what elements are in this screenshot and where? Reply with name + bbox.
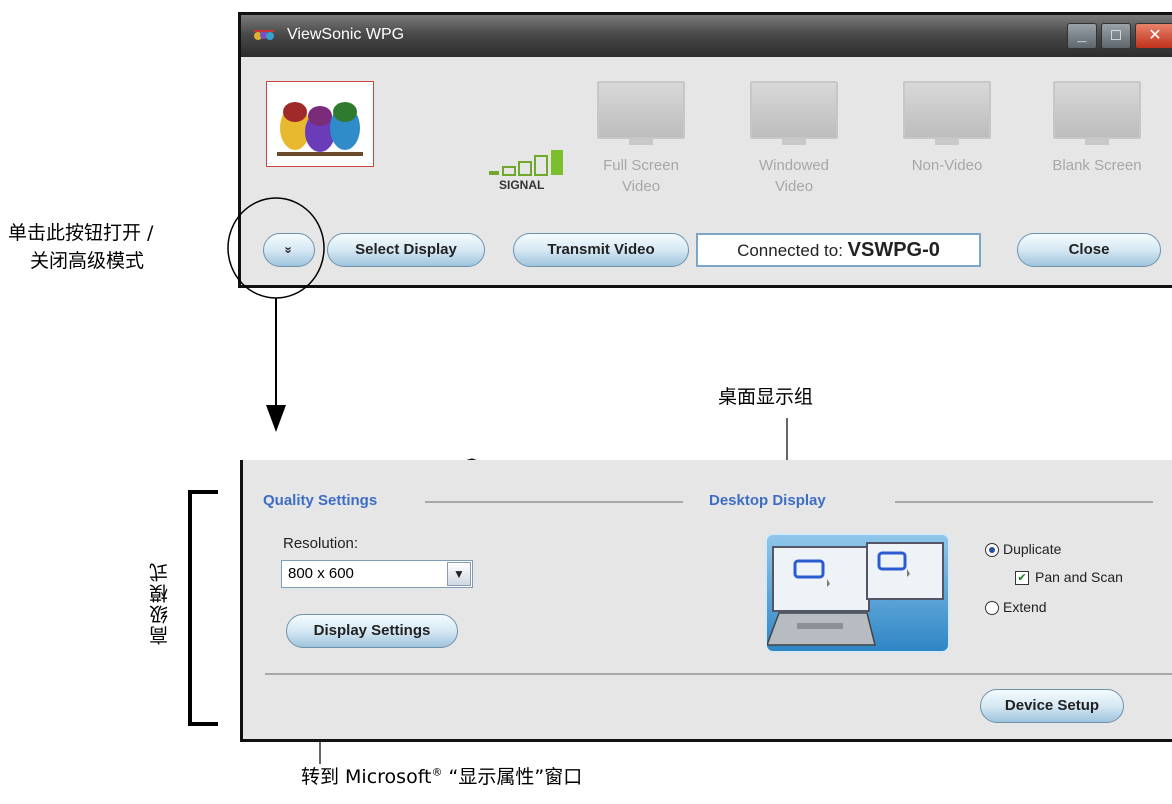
extend-label: Extend xyxy=(1003,599,1047,615)
annotation-text-pre: 转到 Microsoft xyxy=(301,766,432,788)
duplicate-label: Duplicate xyxy=(1003,541,1062,557)
annotation-text-post: “显示属性”窗口 xyxy=(442,766,583,788)
resolution-label: Resolution: xyxy=(283,535,359,552)
bottom-divider xyxy=(265,673,1172,675)
display-settings-button[interactable]: Display Settings xyxy=(286,614,458,648)
display-settings-annotation: 转到 Microsoft® “显示属性”窗口 xyxy=(301,762,582,789)
chevron-down-icon[interactable]: ▼ xyxy=(447,562,471,586)
advanced-panel: Quality Settings Desktop Display Resolut… xyxy=(240,460,1172,742)
resolution-select[interactable]: 800 x 600 ▼ xyxy=(281,560,473,588)
quality-settings-title: Quality Settings xyxy=(263,492,378,509)
duplicate-radio[interactable] xyxy=(985,543,999,557)
registered-mark: ® xyxy=(431,765,443,779)
desktop-group-annotation: 桌面显示组 xyxy=(718,386,814,408)
desktop-display-title: Desktop Display xyxy=(709,492,826,509)
quality-divider xyxy=(425,501,683,503)
desktop-divider xyxy=(895,501,1153,503)
desktop-display-illustration xyxy=(765,533,950,653)
laptop-monitor-icon xyxy=(767,542,944,646)
pan-and-scan-label: Pan and Scan xyxy=(1035,569,1123,585)
pan-and-scan-checkbox[interactable]: ✔ xyxy=(1015,571,1029,585)
device-setup-button[interactable]: Device Setup xyxy=(980,689,1124,723)
advanced-mode-annotation: 高级模式 xyxy=(149,561,171,645)
extend-radio[interactable] xyxy=(985,601,999,615)
resolution-value: 800 x 600 xyxy=(288,565,354,582)
